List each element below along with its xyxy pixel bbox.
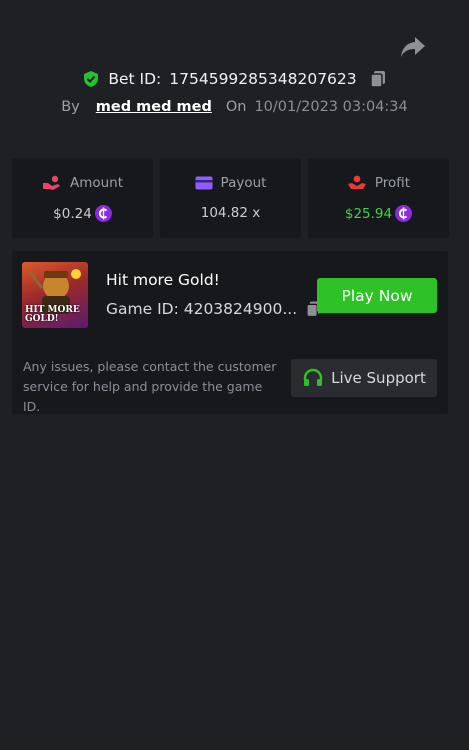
on-label: On <box>225 99 247 115</box>
game-thumbnail-text: HIT MORE GOLD! <box>25 305 80 324</box>
profit-label: Profit <box>374 175 411 191</box>
card-icon <box>195 176 213 190</box>
amount-card: Amount $0.24 <box>12 158 153 238</box>
bet-stats: Amount $0.24 Payout 104.82 x Profit $25.… <box>12 158 449 238</box>
share-icon <box>401 37 425 57</box>
play-now-button[interactable]: Play Now <box>317 278 437 313</box>
amount-value: $0.24 <box>53 205 92 222</box>
copy-icon <box>369 71 385 88</box>
game-id-text: Game ID: 4203824900... <box>106 300 298 318</box>
verified-shield-icon <box>84 71 99 87</box>
username-link[interactable]: med med med <box>96 99 212 115</box>
support-message: Any issues, please contact the customer … <box>23 359 277 414</box>
copy-bet-id-button[interactable] <box>369 70 387 88</box>
bet-meta-row: By med med med On 10/01/2023 03:04:34 <box>0 96 469 118</box>
payout-card: Payout 104.82 x <box>160 158 301 238</box>
live-support-button[interactable]: Live Support <box>291 359 437 397</box>
game-card: HIT MORE GOLD! Hit more Gold! Game ID: 4… <box>12 251 448 414</box>
payout-value: 104.82 x <box>200 205 261 221</box>
payout-label: Payout <box>220 175 267 191</box>
game-thumbnail[interactable]: HIT MORE GOLD! <box>22 262 88 328</box>
by-label: By <box>61 99 80 115</box>
bet-id-row: Bet ID: 1754599285348207623 <box>0 67 469 91</box>
profit-card: Profit $25.94 <box>308 158 449 238</box>
hand-coins-icon <box>42 175 60 190</box>
bet-id-label: Bet ID: <box>108 70 162 88</box>
profit-value: $25.94 <box>344 205 393 222</box>
hand-coin-icon <box>347 175 366 189</box>
bet-id-value: 1754599285348207623 <box>169 70 357 88</box>
headset-icon <box>303 368 323 386</box>
game-id-row: Game ID: 4203824900... <box>106 300 322 318</box>
bet-datetime: 10/01/2023 03:04:34 <box>254 99 408 115</box>
game-title: Hit more Gold! <box>106 271 220 289</box>
amount-label: Amount <box>69 175 124 191</box>
coin-icon <box>395 205 413 222</box>
live-support-label: Live Support <box>331 369 426 387</box>
share-button[interactable] <box>398 34 428 60</box>
coin-icon <box>94 205 112 222</box>
